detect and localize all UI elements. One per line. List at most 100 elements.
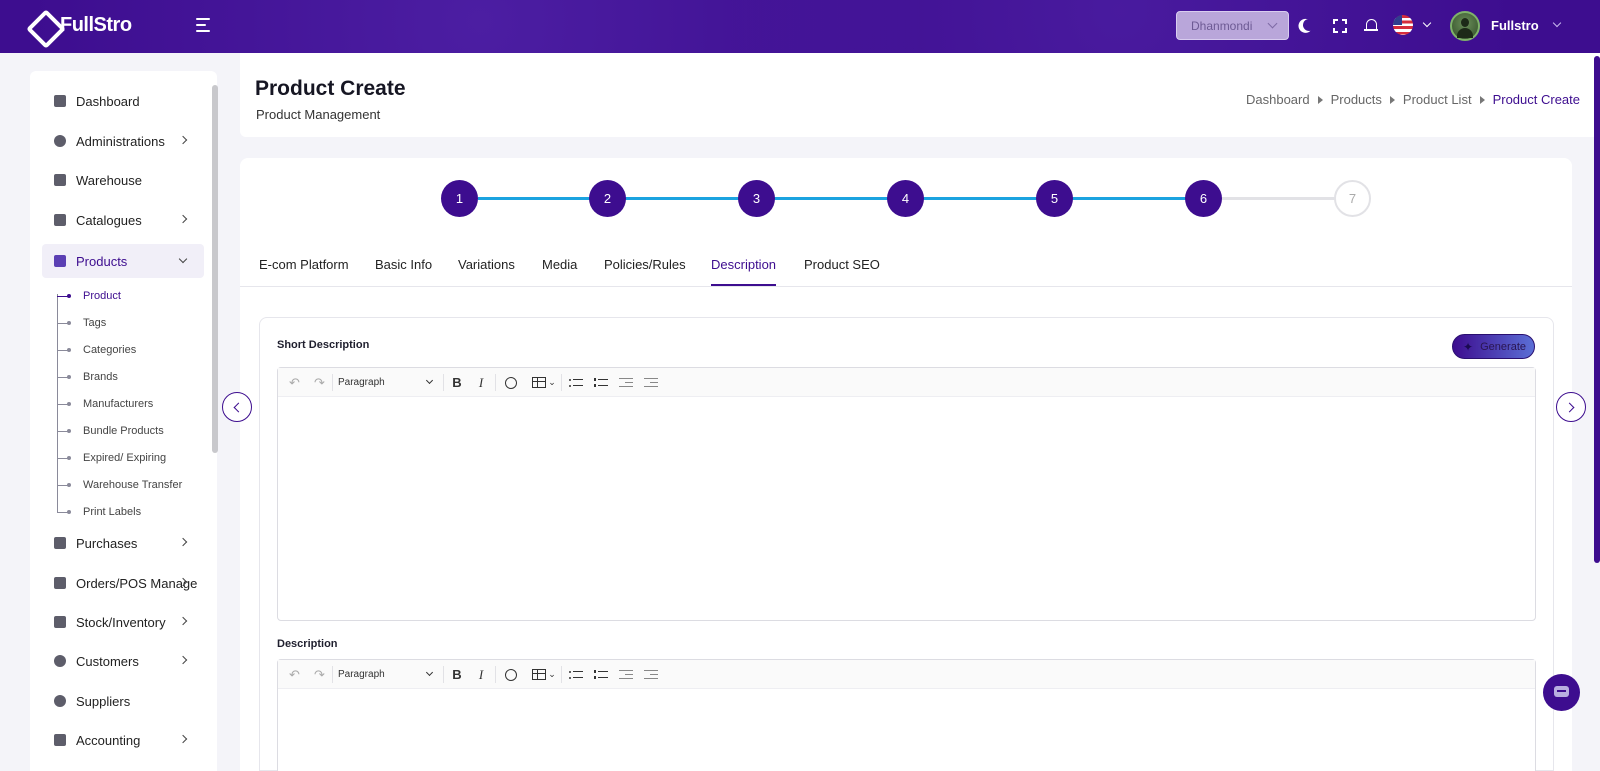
- submenu-item-manufacturers[interactable]: Manufacturers: [57, 393, 153, 415]
- chevron-down-icon: [425, 668, 434, 677]
- page-scrollbar[interactable]: [1594, 56, 1600, 563]
- step-7[interactable]: 7: [1334, 180, 1371, 217]
- breadcrumb-product-list[interactable]: Product List: [1403, 92, 1472, 107]
- sidebar-item-products[interactable]: Products: [42, 244, 204, 278]
- breadcrumb-separator-icon: [1389, 95, 1395, 104]
- language-chevron-down-icon[interactable]: [1422, 18, 1432, 28]
- outdent-icon[interactable]: [617, 666, 634, 683]
- tab-basic-info[interactable]: Basic Info: [375, 257, 432, 284]
- short-description-editor[interactable]: ↶ ↷ Paragraph B I ⌄: [277, 367, 1536, 621]
- step-1[interactable]: 1: [441, 180, 478, 217]
- sidebar-item-label: Stock/Inventory: [76, 614, 166, 630]
- purchase-bag-icon: [54, 537, 66, 549]
- bold-icon[interactable]: B: [449, 374, 465, 391]
- numbered-list-icon[interactable]: [592, 666, 609, 683]
- notification-bell-icon[interactable]: [1362, 17, 1380, 35]
- fullscreen-icon[interactable]: [1331, 17, 1349, 35]
- sidebar-item-label: Catalogues: [76, 212, 142, 228]
- tree-node-icon: [57, 509, 71, 514]
- sidebar-item-administrations[interactable]: Administrations: [42, 124, 204, 158]
- step-3[interactable]: 3: [738, 180, 775, 217]
- italic-icon[interactable]: I: [473, 666, 489, 683]
- paragraph-select[interactable]: Paragraph: [338, 374, 436, 391]
- dashboard-icon: [54, 95, 66, 107]
- warehouse-icon: [54, 174, 66, 186]
- step-2[interactable]: 2: [589, 180, 626, 217]
- submenu-item-product[interactable]: Product: [57, 285, 121, 307]
- submenu-item-print-labels[interactable]: Print Labels: [57, 501, 141, 523]
- bold-icon[interactable]: B: [449, 666, 465, 683]
- submenu-item-brands[interactable]: Brands: [57, 366, 118, 388]
- tab-policies-rules[interactable]: Policies/Rules: [604, 257, 686, 284]
- sidebar-item-catalogues[interactable]: Catalogues: [42, 203, 204, 237]
- table-icon[interactable]: [530, 666, 547, 683]
- sidebar-scrollbar[interactable]: [212, 85, 218, 453]
- tree-node-icon: [57, 401, 71, 406]
- sidebar-item-purchases[interactable]: Purchases: [42, 526, 204, 560]
- sidebar-item-label: Dashboard: [76, 93, 140, 109]
- logo[interactable]: FullStro: [30, 12, 132, 38]
- editor-toolbar: ↶ ↷ Paragraph B I ⌄: [278, 368, 1535, 397]
- top-bar: FullStro Dhanmondi Fullstro: [0, 0, 1600, 53]
- table-chevron-down-icon[interactable]: ⌄: [547, 374, 557, 391]
- chevron-right-icon: [178, 616, 188, 626]
- sidebar-item-label: Suppliers: [76, 693, 131, 709]
- tab-product-seo[interactable]: Product SEO: [804, 257, 880, 284]
- tab-description[interactable]: Description: [711, 257, 777, 286]
- sidebar-item-dashboard[interactable]: Dashboard: [42, 84, 204, 118]
- table-chevron-down-icon[interactable]: ⌄: [547, 666, 557, 683]
- paragraph-select[interactable]: Paragraph: [338, 666, 436, 683]
- link-icon[interactable]: [502, 374, 519, 391]
- breadcrumb-product-create: Product Create: [1492, 92, 1580, 107]
- dark-mode-icon[interactable]: [1300, 17, 1318, 35]
- indent-icon[interactable]: [642, 666, 659, 683]
- sidebar-item-suppliers[interactable]: Suppliers: [42, 684, 204, 718]
- bulleted-list-icon[interactable]: [567, 374, 584, 391]
- tab-variations[interactable]: Variations: [458, 257, 515, 284]
- breadcrumb-products[interactable]: Products: [1331, 92, 1382, 107]
- avatar[interactable]: [1450, 11, 1480, 41]
- submenu-item-bundle-products[interactable]: Bundle Products: [57, 420, 164, 442]
- menu-toggle-icon[interactable]: [196, 18, 210, 32]
- step-4[interactable]: 4: [887, 180, 924, 217]
- submenu-item-expired-expiring[interactable]: Expired/ Expiring: [57, 447, 166, 469]
- user-chevron-down-icon[interactable]: [1552, 18, 1562, 28]
- catalogue-icon: [54, 214, 66, 226]
- sidebar-item-label: Administrations: [76, 133, 165, 149]
- generate-button[interactable]: ✦ Generate: [1452, 334, 1535, 359]
- undo-icon[interactable]: ↶: [286, 374, 303, 391]
- sidebar-item-accounting[interactable]: Accounting: [42, 723, 204, 757]
- sidebar-item-stock-inventory[interactable]: Stock/Inventory: [42, 605, 204, 639]
- tab-media[interactable]: Media: [542, 257, 577, 284]
- bulleted-list-icon[interactable]: [567, 666, 584, 683]
- table-icon[interactable]: [530, 374, 547, 391]
- branch-select[interactable]: Dhanmondi: [1176, 11, 1289, 40]
- username[interactable]: Fullstro: [1491, 18, 1539, 33]
- step-5[interactable]: 5: [1036, 180, 1073, 217]
- editor-toolbar: ↶ ↷ Paragraph B I ⌄: [278, 660, 1535, 689]
- italic-icon[interactable]: I: [473, 374, 489, 391]
- chevron-left-icon: [233, 402, 244, 413]
- language-flag-icon[interactable]: [1393, 15, 1413, 35]
- submenu-item-tags[interactable]: Tags: [57, 312, 106, 334]
- previous-step-button[interactable]: [222, 392, 252, 422]
- link-icon[interactable]: [502, 666, 519, 683]
- sidebar-item-customers[interactable]: Customers: [42, 644, 204, 678]
- undo-icon[interactable]: ↶: [286, 666, 303, 683]
- outdent-icon[interactable]: [617, 374, 634, 391]
- submenu-item-warehouse-transfer[interactable]: Warehouse Transfer: [57, 474, 182, 496]
- tab-ecom-platform[interactable]: E-com Platform: [259, 257, 349, 284]
- submenu-item-categories[interactable]: Categories: [57, 339, 136, 361]
- description-editor[interactable]: ↶ ↷ Paragraph B I ⌄: [277, 659, 1536, 771]
- sparkle-icon: ✦: [1463, 340, 1474, 354]
- sidebar-item-warehouse[interactable]: Warehouse: [42, 163, 204, 197]
- redo-icon[interactable]: ↷: [311, 374, 328, 391]
- step-6[interactable]: 6: [1185, 180, 1222, 217]
- indent-icon[interactable]: [642, 374, 659, 391]
- breadcrumb-dashboard[interactable]: Dashboard: [1246, 92, 1310, 107]
- sidebar-item-orders-pos[interactable]: Orders/POS Manage: [42, 566, 204, 600]
- chat-support-icon[interactable]: [1543, 674, 1580, 711]
- redo-icon[interactable]: ↷: [311, 666, 328, 683]
- next-step-button[interactable]: [1556, 392, 1586, 422]
- numbered-list-icon[interactable]: [592, 374, 609, 391]
